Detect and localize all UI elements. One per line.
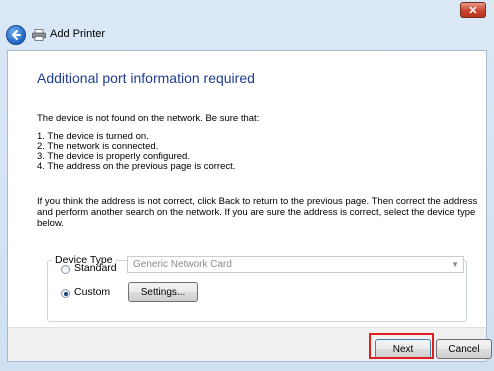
- close-icon: ✕: [468, 4, 478, 17]
- standard-radio[interactable]: [61, 265, 70, 274]
- title-bar: ✕ Add Printer: [0, 0, 494, 50]
- standard-label[interactable]: Standard: [74, 262, 117, 274]
- custom-label[interactable]: Custom: [74, 286, 110, 298]
- back-arrow-icon: [12, 30, 21, 40]
- back-button[interactable]: [6, 25, 26, 45]
- cancel-button[interactable]: Cancel: [436, 339, 492, 359]
- instructions-text: If you think the address is not correct,…: [37, 196, 478, 229]
- checklist: 1. The device is turned on. 2. The netwo…: [37, 132, 235, 172]
- next-highlight-box: [369, 333, 434, 359]
- add-printer-window: ✕ Add Printer Additional port informatio…: [0, 0, 494, 371]
- checklist-item: 4. The address on the previous page is c…: [37, 161, 236, 172]
- chevron-down-icon: ▼: [451, 260, 459, 269]
- standard-device-select[interactable]: Generic Network Card ▼: [127, 256, 464, 273]
- wizard-content: Additional port information required The…: [7, 50, 487, 327]
- page-heading: Additional port information required: [37, 70, 255, 86]
- printer-icon: [32, 29, 46, 41]
- close-button[interactable]: ✕: [460, 2, 486, 18]
- standard-device-value: Generic Network Card: [133, 259, 232, 270]
- settings-button[interactable]: Settings...: [128, 282, 198, 302]
- intro-text: The device is not found on the network. …: [37, 113, 260, 124]
- window-title: Add Printer: [50, 28, 106, 40]
- custom-radio[interactable]: [61, 289, 70, 298]
